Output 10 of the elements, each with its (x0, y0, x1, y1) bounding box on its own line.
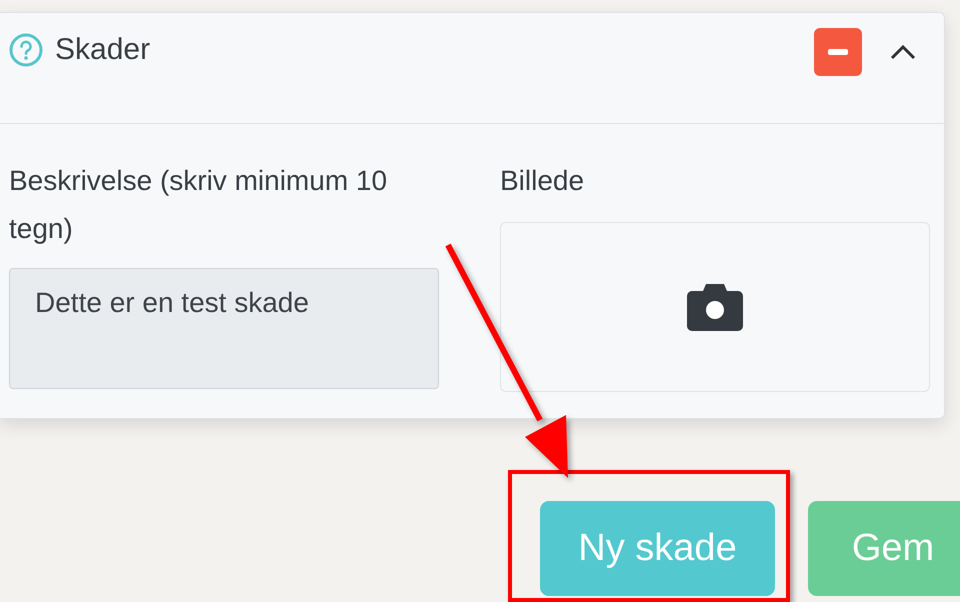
field-label: Beskrivelse (skriv minimum 10 tegn) (9, 164, 388, 246)
panel-title: Skader (55, 33, 150, 67)
remove-button[interactable] (814, 28, 862, 76)
help-icon (9, 33, 43, 67)
camera-icon (686, 282, 744, 332)
field-label: Billede (500, 164, 586, 198)
image-upload-area[interactable] (500, 222, 930, 392)
collapse-button[interactable] (888, 42, 918, 62)
save-button[interactable]: Gem (808, 501, 960, 596)
new-damage-button[interactable]: Ny skade (540, 501, 775, 596)
